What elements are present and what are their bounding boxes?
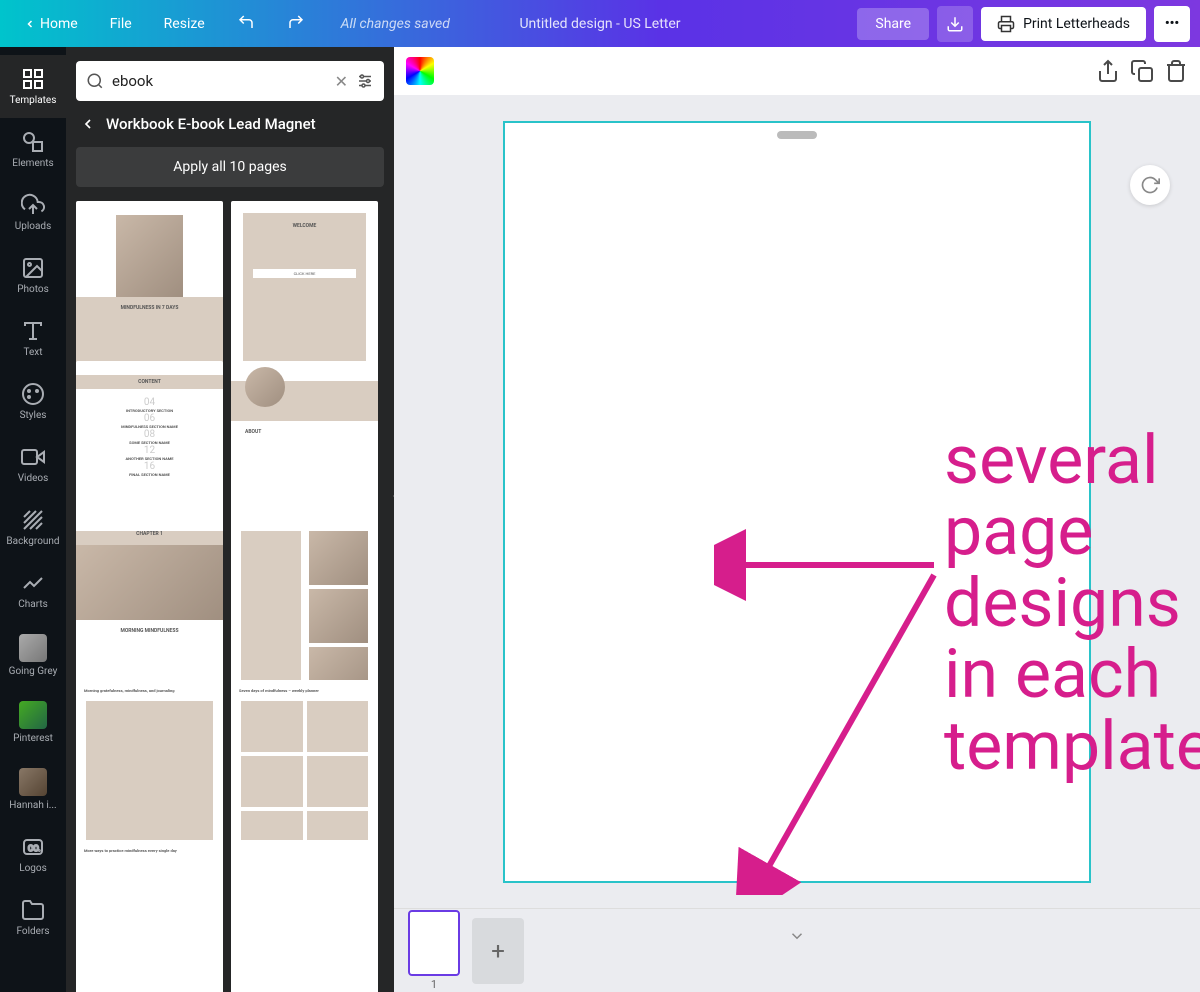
download-icon (946, 15, 964, 33)
rail-folders[interactable]: Folders (0, 886, 66, 949)
folder-thumb-icon (19, 634, 47, 662)
template-page-thumb[interactable]: More ways to practice mindfulness every … (76, 840, 223, 992)
rail-label: Videos (18, 473, 49, 484)
rail-templates[interactable]: Templates (0, 55, 66, 118)
print-button[interactable]: Print Letterheads (981, 7, 1146, 41)
refresh-button[interactable] (1130, 165, 1170, 205)
refresh-icon (1140, 175, 1160, 195)
templates-panel: ✕ Workbook E-book Lead Magnet Apply all … (66, 47, 394, 992)
canvas-area: several page designs in each template 1 … (394, 47, 1200, 992)
page-handle[interactable] (777, 131, 817, 139)
videos-icon (21, 445, 45, 469)
more-button[interactable]: ••• (1154, 6, 1190, 42)
search-icon (86, 72, 104, 90)
rail-label: Folders (16, 926, 49, 937)
styles-icon (21, 382, 45, 406)
rail-text[interactable]: Text (0, 307, 66, 370)
rail-background[interactable]: Background (0, 496, 66, 559)
filmstrip-page-wrap: 1 (408, 910, 460, 991)
rail-label: Uploads (15, 221, 51, 232)
print-label: Print Letterheads (1023, 16, 1130, 32)
rail-videos[interactable]: Videos (0, 433, 66, 496)
folders-icon (21, 898, 45, 922)
folder-thumb-icon (19, 768, 47, 796)
rail-label: Text (23, 347, 42, 358)
background-icon (21, 508, 45, 532)
rail-label: Styles (20, 410, 47, 421)
rail-charts[interactable]: Charts (0, 559, 66, 622)
duplicate-icon[interactable] (1130, 59, 1154, 83)
search-input[interactable] (112, 72, 327, 90)
panel-title: Workbook E-book Lead Magnet (106, 115, 316, 133)
top-bar: Home File Resize All changes saved Untit… (0, 0, 1200, 47)
rail-label: Photos (17, 284, 49, 295)
filter-icon[interactable] (356, 72, 374, 90)
design-page[interactable] (505, 123, 1089, 881)
undo-button[interactable] (223, 7, 269, 41)
rail-photos[interactable]: Photos (0, 244, 66, 307)
svg-text:CO.: CO. (28, 844, 40, 853)
charts-icon (21, 571, 45, 595)
rail-label: Elements (12, 158, 53, 169)
rail-elements[interactable]: Elements (0, 118, 66, 181)
rail-label: Pinterest (13, 733, 53, 744)
redo-button[interactable] (273, 7, 319, 41)
rail-label: Logos (19, 863, 47, 874)
file-button[interactable]: File (96, 10, 146, 38)
home-label: Home (40, 16, 78, 32)
search-input-wrap[interactable]: ✕ (76, 61, 384, 101)
templates-icon (21, 67, 45, 91)
page-filmstrip: 1 + (394, 908, 1200, 992)
share-button[interactable]: Share (857, 8, 929, 40)
filmstrip-page[interactable] (408, 910, 460, 976)
home-button[interactable]: Home (10, 10, 92, 38)
rail-label: Charts (18, 599, 48, 610)
photos-icon (21, 256, 45, 280)
template-thumbnails: MINDFULNESS IN 7 DAYS WELCOMECLICK HERE … (76, 201, 384, 992)
resize-button[interactable]: Resize (150, 10, 219, 38)
canvas-viewport[interactable]: several page designs in each template (394, 95, 1200, 908)
chevron-left-icon[interactable] (80, 116, 96, 132)
printer-icon (997, 15, 1015, 33)
rail-pinterest[interactable]: Pinterest (0, 689, 66, 756)
folder-thumb-icon (19, 701, 47, 729)
dots-icon: ••• (1165, 16, 1179, 31)
delete-icon[interactable] (1164, 59, 1188, 83)
canvas-toolbar (394, 47, 1200, 95)
elements-icon (21, 130, 45, 154)
rail-logos[interactable]: CO. Logos (0, 823, 66, 886)
rail-styles[interactable]: Styles (0, 370, 66, 433)
apply-all-button[interactable]: Apply all 10 pages (76, 147, 384, 187)
add-page-button[interactable]: + (472, 918, 524, 984)
filmstrip-page-number: 1 (408, 978, 460, 991)
document-title[interactable]: Untitled design - US Letter (519, 16, 680, 32)
panel-header: Workbook E-book Lead Magnet (76, 101, 384, 147)
text-icon (21, 319, 45, 343)
rail-label: Hannah i... (9, 800, 56, 811)
rail-label: Going Grey (9, 666, 58, 677)
rail-label: Templates (10, 95, 57, 106)
template-page-thumb[interactable] (231, 840, 378, 992)
side-rail: Templates Elements Uploads Photos Text S… (0, 47, 66, 992)
expand-pages-button[interactable] (788, 927, 806, 949)
rail-going-grey[interactable]: Going Grey (0, 622, 66, 689)
save-status: All changes saved (341, 16, 450, 32)
clear-search-button[interactable]: ✕ (335, 72, 348, 91)
chevron-left-icon (24, 18, 36, 30)
logos-icon: CO. (21, 835, 45, 859)
undo-icon (237, 13, 255, 31)
rail-uploads[interactable]: Uploads (0, 181, 66, 244)
rail-label: Background (6, 536, 59, 547)
export-icon[interactable] (1096, 59, 1120, 83)
chevron-down-icon (788, 927, 806, 945)
uploads-icon (21, 193, 45, 217)
color-picker-button[interactable] (406, 57, 434, 85)
download-button[interactable] (937, 6, 973, 42)
redo-icon (287, 13, 305, 31)
main: Templates Elements Uploads Photos Text S… (0, 47, 1200, 992)
rail-hannah[interactable]: Hannah i... (0, 756, 66, 823)
right-actions: Share Print Letterheads ••• (857, 6, 1190, 42)
